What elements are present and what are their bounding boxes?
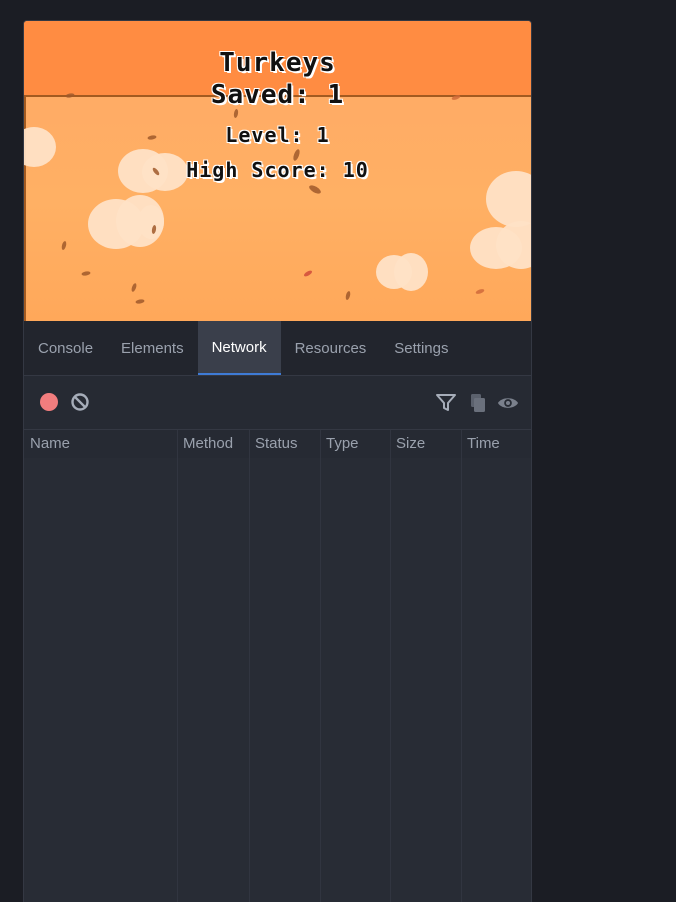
seed [344, 290, 352, 301]
seed [60, 240, 68, 251]
devtools-panel: Turkeys Saved: 1 Level: 1 High Score: 10… [23, 20, 532, 902]
column-divider[interactable] [461, 430, 462, 902]
column-header-type[interactable]: Type [320, 430, 390, 458]
tab-elements[interactable]: Elements [107, 321, 198, 375]
level-indicator: Level: 1 [225, 123, 330, 147]
seed [233, 108, 239, 119]
column-divider[interactable] [390, 430, 391, 902]
seed [130, 282, 138, 293]
network-table-body [24, 458, 531, 902]
network-toolbar [24, 376, 531, 430]
record-button[interactable] [40, 393, 58, 411]
column-header-method[interactable]: Method [177, 430, 249, 458]
copy-icon[interactable] [467, 392, 489, 414]
network-table-header: Name Method Status Type Size Time [24, 430, 531, 459]
seed [81, 270, 91, 277]
game-canvas[interactable]: Turkeys Saved: 1 Level: 1 High Score: 10 [24, 21, 531, 321]
eye-icon[interactable] [497, 392, 519, 414]
column-header-status[interactable]: Status [249, 430, 320, 458]
seed [303, 269, 313, 278]
column-divider[interactable] [177, 430, 178, 902]
column-header-time[interactable]: Time [461, 430, 531, 458]
game-title: Turkeys [219, 48, 336, 78]
tab-network[interactable]: Network [197, 321, 281, 375]
seed [475, 288, 485, 295]
column-header-name[interactable]: Name [24, 430, 177, 458]
column-divider[interactable] [249, 430, 250, 902]
column-header-size[interactable]: Size [390, 430, 461, 458]
clear-icon[interactable] [70, 392, 90, 412]
high-score: High Score: 10 [186, 158, 369, 182]
turkeys-saved-counter: Saved: 1 [210, 80, 345, 110]
cloud [138, 205, 164, 239]
seed [135, 298, 145, 305]
filter-icon[interactable] [435, 392, 457, 414]
cloud [394, 253, 428, 291]
column-divider[interactable] [320, 430, 321, 902]
seed [307, 183, 323, 196]
tab-console[interactable]: Console [24, 321, 107, 375]
tab-settings[interactable]: Settings [380, 321, 462, 375]
devtools-tabs: Console Elements Network Resources Setti… [24, 321, 531, 376]
tab-resources[interactable]: Resources [281, 321, 381, 375]
